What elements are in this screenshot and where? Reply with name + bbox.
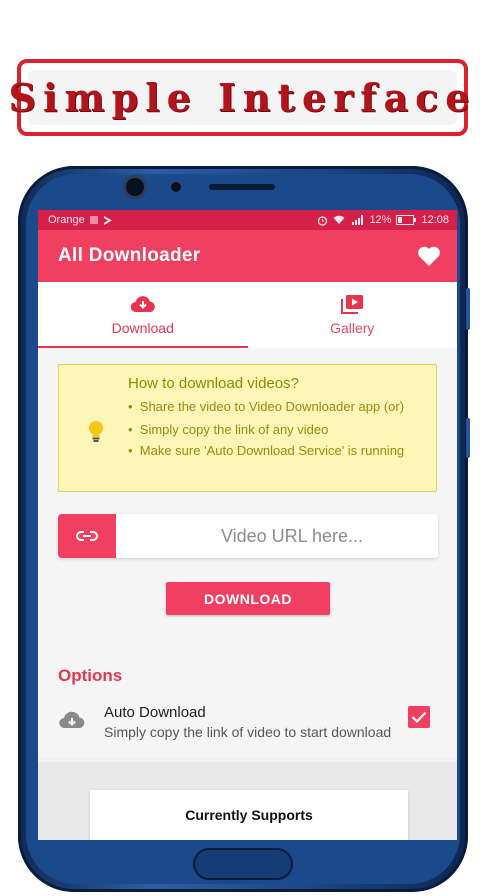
supports-section: Currently Supports: [38, 762, 457, 840]
volume-button: [466, 288, 470, 330]
supports-card: Currently Supports: [90, 790, 408, 840]
carrier-label: Orange: [48, 214, 85, 226]
auto-download-option[interactable]: Auto Download Simply copy the link of vi…: [38, 700, 457, 752]
front-camera: [126, 178, 144, 196]
battery-icon: [396, 215, 417, 225]
how-to-item-text: Make sure 'Auto Download Service' is run…: [139, 443, 405, 458]
how-to-item: • Share the video to Video Downloader ap…: [128, 399, 405, 414]
app-bar: All Downloader: [38, 230, 457, 282]
play-notification-icon: [103, 215, 112, 225]
tab-download[interactable]: Download: [38, 282, 248, 348]
how-to-item-text: Simply copy the link of any video: [139, 422, 329, 437]
how-to-title: How to download videos?: [128, 375, 299, 392]
signal-icon: [352, 215, 364, 225]
video-url-input[interactable]: [116, 514, 438, 558]
how-to-item: • Simply copy the link of any video: [128, 422, 329, 437]
battery-percent: 12%: [369, 214, 392, 226]
how-to-list: • Share the video to Video Downloader ap…: [128, 399, 428, 464]
download-content: How to download videos? • Share the vide…: [38, 348, 457, 758]
options-heading: Options: [58, 666, 123, 685]
app-title: All Downloader: [58, 245, 201, 266]
earpiece-speaker: [209, 184, 275, 190]
power-button: [466, 418, 470, 458]
promo-banner-inner: Simple Interface: [9, 70, 469, 125]
app-screen: Orange 12% 12:08 All Downloader Download: [38, 210, 457, 840]
auto-download-checkbox[interactable]: [408, 706, 430, 728]
tab-gallery[interactable]: Gallery: [248, 282, 458, 348]
tab-bar: Download Gallery: [38, 282, 457, 348]
download-button[interactable]: DOWNLOAD: [166, 582, 330, 615]
cloud-download-icon: [59, 711, 85, 729]
auto-download-title: Auto Download: [104, 704, 206, 721]
how-to-item: • Make sure 'Auto Download Service' is r…: [128, 443, 405, 458]
promo-banner: Simple Interface: [9, 59, 469, 136]
supports-title: Currently Supports: [185, 807, 313, 823]
status-left: Orange: [48, 214, 112, 226]
clock-time: 12:08: [421, 214, 449, 226]
wifi-icon: [333, 215, 345, 224]
tab-gallery-label: Gallery: [330, 320, 375, 336]
notification-square-icon: [89, 216, 98, 224]
status-right: 12% 12:08: [317, 214, 449, 226]
proximity-sensor: [171, 182, 181, 192]
cloud-download-icon: [130, 296, 155, 313]
video-library-icon: [341, 295, 364, 314]
how-to-item-text: Share the video to Video Downloader app …: [139, 399, 405, 414]
tab-download-label: Download: [111, 320, 174, 336]
status-bar: Orange 12% 12:08: [38, 210, 457, 230]
url-bar: [58, 514, 438, 558]
checkmark-icon: [411, 711, 427, 723]
auto-download-description: Simply copy the link of video to start d…: [104, 724, 392, 740]
home-button: [193, 848, 293, 880]
heart-icon[interactable]: [417, 245, 441, 267]
how-to-card: How to download videos? • Share the vide…: [58, 364, 437, 492]
link-icon: [76, 531, 98, 541]
lightbulb-icon: [89, 421, 103, 442]
alarm-icon: [318, 215, 328, 226]
link-button[interactable]: [58, 514, 116, 558]
promo-banner-text: Simple Interface: [8, 75, 477, 120]
